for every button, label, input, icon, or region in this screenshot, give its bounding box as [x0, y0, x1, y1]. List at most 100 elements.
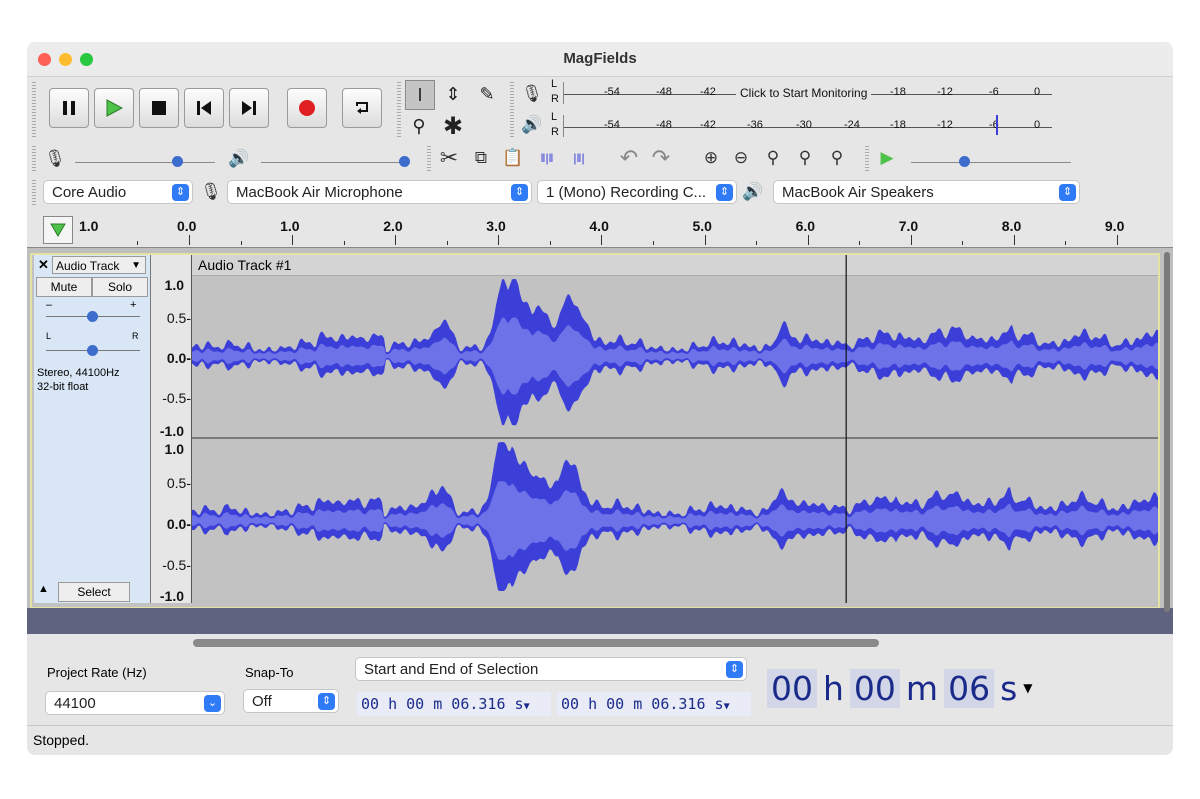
fit-project-icon[interactable]: ⚲ — [793, 146, 817, 170]
recording-channels-select[interactable]: 1 (Mono) Recording C... ⇕ — [537, 180, 737, 204]
multi-tool-icon[interactable]: ✱ — [439, 112, 467, 140]
edit-grip[interactable] — [427, 146, 431, 172]
play-at-speed-icon[interactable]: ▶ — [875, 146, 899, 170]
trim-audio-icon[interactable]: ‖|‖ — [535, 146, 559, 170]
zoom-toggle-icon[interactable]: ⚲ — [825, 146, 849, 170]
waveform-clip[interactable]: Audio Track #1 — [192, 255, 1158, 603]
pause-icon — [63, 101, 75, 115]
copy-icon[interactable]: ⧉ — [469, 146, 493, 170]
zoom-tool-icon[interactable]: ⚲ — [405, 112, 433, 140]
collapse-track-icon[interactable]: ▲ — [38, 583, 49, 595]
solo-button[interactable]: Solo — [92, 277, 148, 297]
close-track-icon[interactable]: ✕ — [38, 257, 50, 273]
device-grip[interactable] — [32, 180, 36, 206]
play-speed-thumb[interactable] — [959, 156, 970, 167]
audio-host-select[interactable]: Core Audio ⇕ — [43, 180, 193, 204]
mute-button[interactable]: Mute — [36, 277, 92, 297]
play-tick-label: -48 — [656, 119, 672, 131]
ruler-major-tick — [704, 235, 706, 245]
audio-position-display[interactable]: 00 h 00 m 06 s ▼ — [767, 660, 1047, 716]
amplitude-scale[interactable]: 1.0 0.5- 0.0- -0.5- -1.0 1.0 0.5- 0.0- -… — [151, 255, 192, 604]
recording-device-select[interactable]: MacBook Air Microphone ⇕ — [227, 180, 532, 204]
play-tick-label: -12 — [937, 119, 953, 131]
horizontal-scrollbar[interactable] — [27, 634, 1173, 650]
play-button[interactable] — [94, 88, 134, 128]
paste-icon[interactable]: 📋 — [501, 146, 525, 170]
select-track-button[interactable]: Select — [58, 582, 130, 602]
ruler-major-tick — [189, 235, 190, 245]
empty-track-space[interactable] — [27, 608, 1173, 634]
pan-slider-thumb[interactable] — [87, 345, 98, 356]
input-volume-mic-icon: 🎙 — [44, 149, 66, 168]
output-volume-slider[interactable] — [261, 162, 407, 163]
redo-icon[interactable]: ↷ — [649, 145, 673, 170]
scale-label: 1.0 — [164, 277, 184, 293]
scale-label: 1.0 — [164, 441, 184, 457]
selection-tool-icon[interactable]: I — [405, 80, 435, 110]
zoom-in-icon[interactable]: ⊕ — [699, 146, 723, 170]
selection-toolbar: Project Rate (Hz) 44100 ⌄ Snap-To Off ⇕ … — [27, 654, 1173, 724]
caret-down-icon: ▼ — [523, 701, 530, 712]
audio-track[interactable]: ✕ Audio Track ▼ Mute Solo – + L R Stereo… — [30, 253, 1160, 609]
gain-minus-label: – — [46, 299, 53, 311]
timeline-ruler[interactable]: 1.0 0.0 1.0 2.0 3.0 4.0 5.0 6.0 7.0 8.0 9.0 — [27, 213, 1173, 248]
track-format-depth: 32-bit float — [37, 381, 89, 393]
track-menu-button[interactable]: Audio Track ▼ — [52, 256, 146, 274]
cut-icon[interactable]: ✂ — [437, 145, 461, 170]
scale-label: 0.0- — [166, 516, 191, 532]
fit-selection-icon[interactable]: ⚲ — [761, 146, 785, 170]
silence-audio-icon[interactable]: |‖| — [567, 146, 591, 170]
tools-grip[interactable] — [397, 82, 401, 138]
scale-label: 0.5- — [166, 310, 191, 326]
input-volume-thumb[interactable] — [172, 156, 183, 167]
horizontal-scroll-thumb[interactable] — [193, 639, 879, 647]
undo-icon[interactable]: ↶ — [617, 145, 641, 170]
play-at-speed-grip[interactable] — [865, 146, 869, 172]
play-head-triangle-icon — [50, 223, 66, 237]
recording-meter[interactable]: -54 -48 -42 Click to Start Monitoring -1… — [563, 82, 1052, 104]
skip-to-end-icon — [242, 101, 256, 115]
skip-to-end-button[interactable] — [229, 88, 269, 128]
project-rate-select[interactable]: 44100 ⌄ — [45, 691, 225, 715]
ruler-minor-tick — [240, 241, 242, 245]
ruler-label: 1.0 — [280, 218, 300, 234]
output-volume-speaker-icon: 🔊 — [228, 149, 250, 168]
toolbar-grip[interactable] — [32, 82, 36, 138]
draw-tool-icon[interactable]: ✎ — [473, 80, 501, 108]
chevron-down-icon: ⌄ — [204, 695, 221, 712]
chevron-updown-icon: ⇕ — [511, 184, 528, 201]
play-tick-label: -30 — [796, 119, 812, 131]
scale-label: 0.0- — [166, 350, 191, 366]
loop-button[interactable] — [342, 88, 382, 128]
record-button[interactable] — [287, 88, 327, 128]
app-window: MagFields I ⇕ ✎ ⚲ ✱ 🎙 🔊 L R L R -54 -48 … — [27, 42, 1173, 755]
gain-slider-thumb[interactable] — [87, 311, 98, 322]
input-volume-slider[interactable] — [75, 162, 215, 163]
start-monitoring-label[interactable]: Click to Start Monitoring — [736, 86, 872, 100]
meter-grip[interactable] — [510, 82, 514, 138]
pinned-play-head-button[interactable] — [43, 216, 73, 244]
pause-button[interactable] — [49, 88, 89, 128]
audio-host-value: Core Audio — [52, 184, 127, 201]
position-hours: 00 — [767, 668, 817, 708]
skip-to-start-button[interactable] — [184, 88, 224, 128]
snap-to-select[interactable]: Off ⇕ — [243, 689, 339, 713]
selection-start-time[interactable]: 00 h 00 m 06.316 s▼ — [357, 692, 551, 716]
stop-button[interactable] — [139, 88, 179, 128]
ruler-minor-tick — [962, 241, 964, 245]
record-meter-mic-icon[interactable]: 🎙 — [520, 82, 544, 106]
zoom-out-icon[interactable]: ⊖ — [729, 146, 753, 170]
selection-mode-select[interactable]: Start and End of Selection ⇕ — [355, 657, 747, 681]
play-speed-slider[interactable] — [911, 162, 1071, 163]
envelope-tool-icon[interactable]: ⇕ — [439, 80, 467, 108]
mixer-grip[interactable] — [32, 146, 36, 172]
playback-meter-speaker-icon[interactable]: 🔊 — [520, 113, 544, 137]
playback-device-select[interactable]: MacBook Air Speakers ⇕ — [773, 180, 1080, 204]
playback-meter[interactable]: -54 -48 -42 -36 -30 -24 -18 -12 -6 0 — [563, 115, 1052, 137]
selection-end-time[interactable]: 00 h 00 m 06.316 s▼ — [557, 692, 751, 716]
peak-hold-marker — [996, 115, 998, 135]
right-channel-waveform-rms — [192, 481, 1158, 560]
output-volume-thumb[interactable] — [399, 156, 410, 167]
ruler-start-label: 1.0 — [79, 218, 99, 234]
vertical-scroll-thumb[interactable] — [1164, 252, 1170, 612]
